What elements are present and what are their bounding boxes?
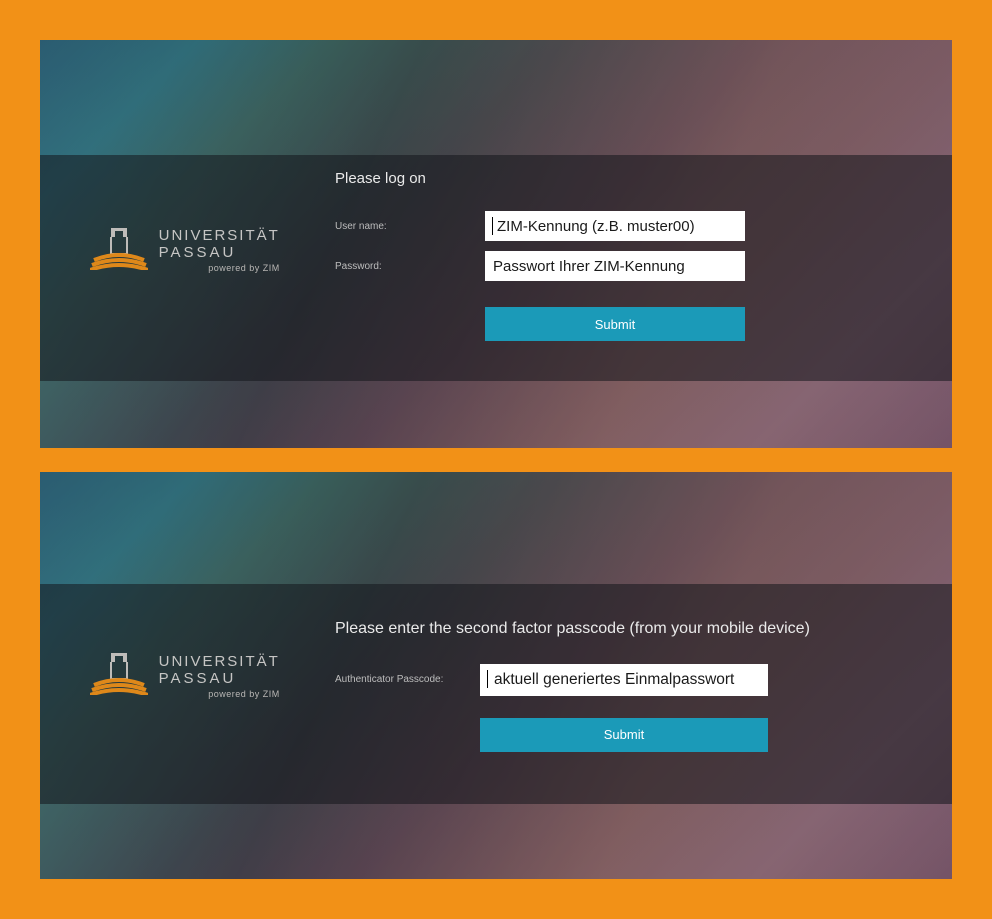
- login-heading: Please log on: [335, 170, 912, 187]
- username-input[interactable]: [485, 211, 745, 241]
- uni-passau-logo-icon: [90, 651, 148, 695]
- logo-line2: PASSAU: [159, 244, 280, 261]
- logo-sub: powered by ZIM: [159, 263, 280, 273]
- logo-line1: UNIVERSITÄT: [159, 653, 280, 670]
- login-panel-2fa: UNIVERSITÄT PASSAU powered by ZIM Please…: [40, 472, 952, 880]
- passcode-input[interactable]: [480, 664, 768, 696]
- logo: UNIVERSITÄT PASSAU powered by ZIM: [70, 636, 300, 716]
- 2fa-form: Please enter the second factor passcode …: [335, 620, 912, 762]
- uni-passau-logo-icon: [90, 226, 148, 270]
- submit-row: Submit: [335, 307, 912, 341]
- username-label: User name:: [335, 221, 485, 232]
- passcode-row: Authenticator Passcode:: [335, 664, 912, 696]
- password-input[interactable]: [485, 251, 745, 281]
- logo: UNIVERSITÄT PASSAU powered by ZIM: [70, 210, 300, 290]
- login-form: Please log on User name: Password: Submi…: [335, 170, 912, 351]
- submit-button[interactable]: Submit: [485, 307, 745, 341]
- 2fa-heading: Please enter the second factor passcode …: [335, 620, 912, 638]
- logo-line2: PASSAU: [159, 670, 280, 687]
- passcode-label: Authenticator Passcode:: [335, 674, 480, 685]
- logo-sub: powered by ZIM: [159, 689, 280, 699]
- logo-line1: UNIVERSITÄT: [159, 227, 280, 244]
- submit-row: Submit: [335, 718, 912, 752]
- login-panel-credentials: UNIVERSITÄT PASSAU powered by ZIM Please…: [40, 40, 952, 448]
- submit-button[interactable]: Submit: [480, 718, 768, 752]
- password-label: Password:: [335, 261, 485, 272]
- username-row: User name:: [335, 211, 912, 241]
- password-row: Password:: [335, 251, 912, 281]
